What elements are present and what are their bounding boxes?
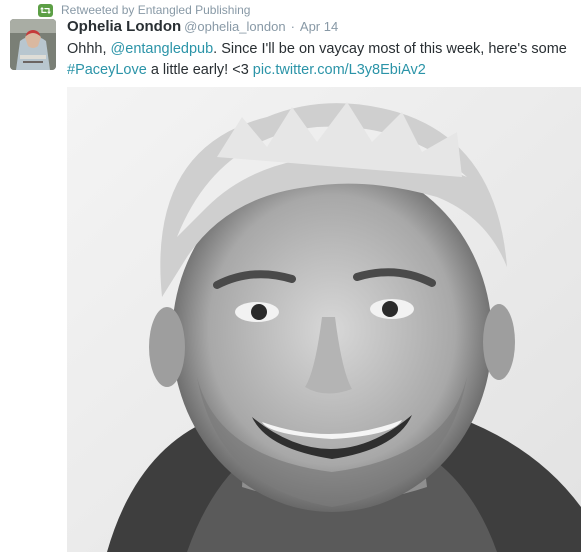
retweeted-by-label[interactable]: Retweeted by Entangled Publishing bbox=[61, 3, 250, 17]
mention-link[interactable]: @entangledpub bbox=[111, 41, 214, 57]
tweet-date[interactable]: Apr 14 bbox=[300, 19, 338, 34]
avatar[interactable] bbox=[10, 19, 56, 70]
author-name[interactable]: Ophelia London bbox=[67, 18, 181, 35]
text-prefix: Ohhh, bbox=[67, 41, 111, 57]
pic-link[interactable]: pic.twitter.com/L3y8EbiAv2 bbox=[253, 62, 426, 78]
tweet-text: Ohhh, @entangledpub. Since I'll be on va… bbox=[67, 39, 577, 81]
tweet-header: Ophelia London @ophelia_london · Apr 14 bbox=[67, 18, 338, 40]
tweet-photo[interactable] bbox=[67, 87, 581, 552]
hashtag-link[interactable]: #PaceyLove bbox=[67, 62, 147, 78]
retweet-icon bbox=[38, 3, 53, 17]
separator-dot: · bbox=[290, 19, 295, 34]
author-handle[interactable]: @ophelia_london bbox=[184, 19, 285, 34]
text-middle-2: a little early! <3 bbox=[146, 62, 253, 78]
retweet-context: Retweeted by Entangled Publishing bbox=[38, 2, 250, 18]
tweet-card[interactable]: Retweeted by Entangled Publishing Opheli… bbox=[0, 0, 581, 552]
text-middle: . Since I'll be on vaycay most of this w… bbox=[213, 41, 567, 57]
